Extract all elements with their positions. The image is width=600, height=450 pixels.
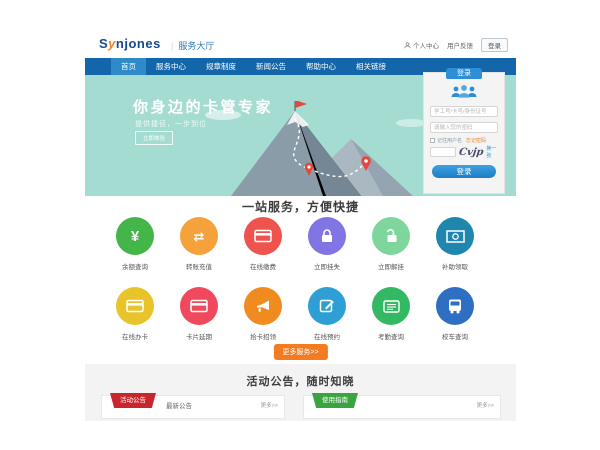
service-item-3: 立即挂失 [295,217,359,271]
login-submit-button[interactable]: 登录 [432,165,496,178]
yen-icon[interactable]: ¥ [116,217,154,255]
hero-banner: 你身边的卡管专家 提供捷径，一步到位 立即体验 登录 记住用户名 忘记密码 Cv… [85,75,516,196]
user-feedback-link[interactable]: 用户反馈 [447,40,473,50]
bus-icon[interactable] [436,287,474,325]
person-icon [404,42,411,49]
service-item-11: 校车查询 [423,287,487,341]
more-services-button[interactable]: 更多服务>> [273,344,327,360]
service-item-8: 拾卡招领 [231,287,295,341]
personal-center-link[interactable]: 个人中心 [404,40,439,50]
service-label[interactable]: 校车查询 [423,331,487,341]
lock-icon[interactable] [308,217,346,255]
left-secondary-tab[interactable]: 最新公告 [166,400,192,410]
nav-item-3[interactable]: 新闻公告 [246,58,296,75]
remember-checkbox[interactable] [430,138,435,143]
service-label[interactable]: 余额查询 [103,261,167,271]
announcements-section: 活动公告，随时知晓 活动公告 最新公告 更多>> 使用指南 更多>> [85,364,516,421]
service-item-4: 立即解挂 [359,217,423,271]
right-more-link[interactable]: 更多>> [477,401,494,409]
nav-item-0[interactable]: 首页 [111,58,146,75]
header-right: 个人中心 用户反馈 登录 [404,38,508,52]
announcements-left-panel: 活动公告 最新公告 更多>> [101,395,285,419]
forgot-password-link[interactable]: 忘记密码 [466,137,486,144]
users-icon [449,84,479,99]
portal-name-label: 服务大厅 [178,41,214,51]
right-ribbon-tab[interactable]: 使用指南 [312,393,358,408]
site-page: Synjones | 服务大厅 个人中心 用户反馈 登录 首页服务中心规章制度新闻… [85,30,516,421]
remember-label: 记住用户名 [437,137,462,144]
service-label[interactable]: 拾卡招领 [231,331,295,341]
card-icon[interactable] [116,287,154,325]
card-icon[interactable] [244,217,282,255]
service-item-5: 补助领取 [423,217,487,271]
personal-center-label: 个人中心 [413,40,439,50]
service-item-1: ⇄ 转账充值 [167,217,231,271]
banner-subtitle: 提供捷径，一步到位 [135,119,207,129]
announcements-right-panel: 使用指南 更多>> [303,395,501,419]
site-header: Synjones | 服务大厅 个人中心 用户反馈 登录 [85,30,516,58]
captcha-input[interactable] [430,147,456,157]
captcha-image: Cvjp [458,147,484,158]
service-label[interactable]: 立即解挂 [359,261,423,271]
service-label[interactable]: 在线预约 [295,331,359,341]
nav-item-1[interactable]: 服务中心 [146,58,196,75]
nav-item-4[interactable]: 帮助中心 [296,58,346,75]
logo-s: S [99,36,108,51]
nav-item-5[interactable]: 相关链接 [346,58,396,75]
logo-accent: y [108,36,116,51]
service-label[interactable]: 在线办卡 [103,331,167,341]
left-more-link[interactable]: 更多>> [261,401,278,409]
services-section-title: 一站服务，方便快捷 [85,198,516,215]
service-label[interactable]: 转账充值 [167,261,231,271]
service-item-2: 在线缴费 [231,217,295,271]
login-tab[interactable]: 登录 [446,68,482,79]
service-item-10: 考勤查询 [359,287,423,341]
captcha-row: Cvjp 换一张 [430,146,500,158]
edit-icon[interactable] [308,287,346,325]
service-item-7: 卡片延期 [167,287,231,341]
transfer-icon[interactable]: ⇄ [180,217,218,255]
logo-rest: njones [116,36,161,51]
unlock-icon[interactable] [372,217,410,255]
banner-cta-button[interactable]: 立即体验 [135,131,173,145]
service-label[interactable]: 卡片延期 [167,331,231,341]
banknote-icon[interactable] [436,217,474,255]
list-icon[interactable] [372,287,410,325]
banner-title: 你身边的卡管专家 [133,96,273,117]
service-item-6: 在线办卡 [103,287,167,341]
username-input[interactable] [430,106,498,117]
password-input[interactable] [430,122,498,133]
header-login-button[interactable]: 登录 [481,38,508,52]
service-label[interactable]: 立即挂失 [295,261,359,271]
remember-row: 记住用户名 忘记密码 [430,137,500,144]
announcements-title: 活动公告，随时知晓 [85,364,516,389]
card-icon[interactable] [180,287,218,325]
user-feedback-label: 用户反馈 [447,40,473,50]
portal-name: | 服务大厅 [171,39,214,52]
left-ribbon-tab[interactable]: 活动公告 [110,393,156,408]
captcha-refresh-link[interactable]: 换一张 [486,145,500,159]
service-item-9: 在线预约 [295,287,359,341]
logo[interactable]: Synjones [99,36,161,51]
login-panel: 登录 记住用户名 忘记密码 Cvjp 换一张 登录 [423,72,505,194]
service-item-0: ¥ 余额查询 [103,217,167,271]
logo-divider: | [171,41,173,51]
service-label[interactable]: 补助领取 [423,261,487,271]
nav-item-2[interactable]: 规章制度 [196,58,246,75]
service-label[interactable]: 在线缴费 [231,261,295,271]
megaphone-icon[interactable] [244,287,282,325]
service-label[interactable]: 考勤查询 [359,331,423,341]
